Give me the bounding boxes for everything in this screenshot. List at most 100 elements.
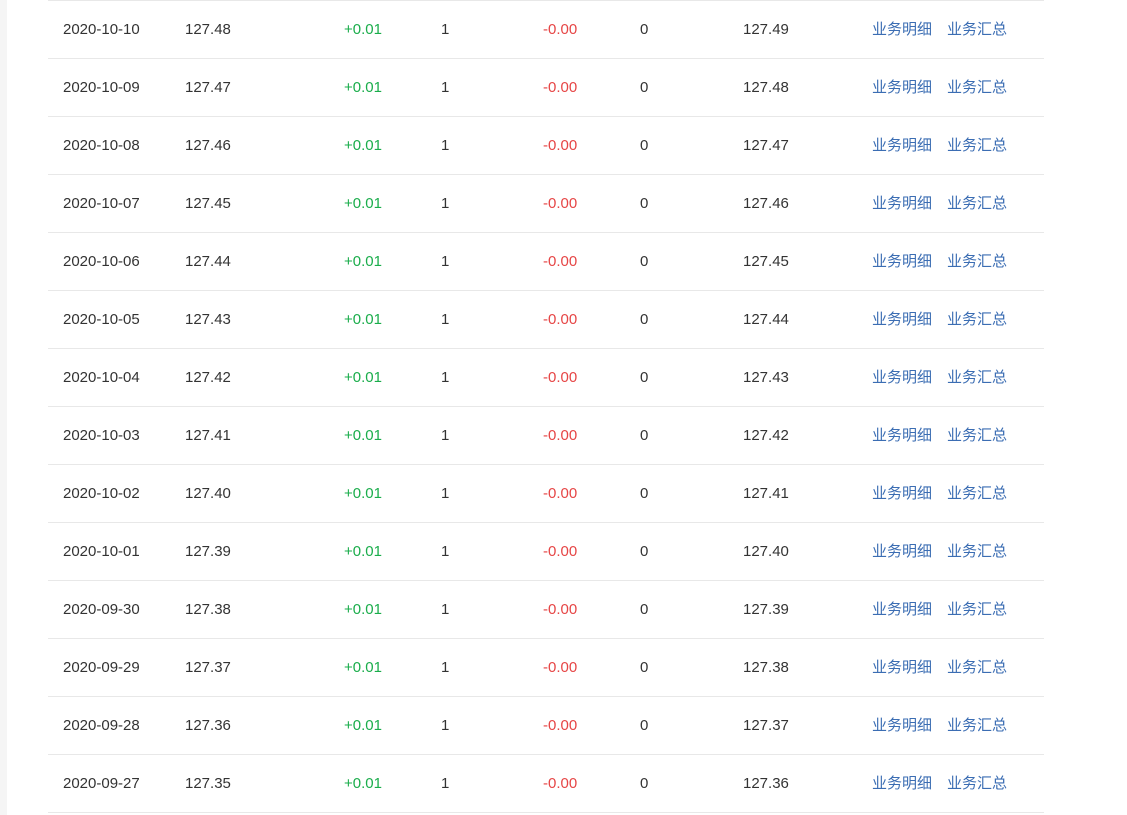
increase-cell: +0.01 (344, 369, 382, 386)
table-row: 2020-10-01 127.39 +0.01 1 -0.00 0 127.40… (48, 523, 1044, 581)
business-summary-link[interactable]: 业务汇总 (947, 117, 1007, 174)
business-detail-link[interactable]: 业务明细 (872, 407, 932, 464)
value-cell: 127.35 (185, 775, 231, 792)
business-detail-link[interactable]: 业务明细 (872, 175, 932, 232)
decrease-cell: -0.00 (543, 137, 578, 154)
result-value-cell: 127.43 (743, 369, 789, 386)
increase-cell: +0.01 (344, 485, 382, 502)
decrease-count-cell: 0 (640, 79, 649, 96)
value-cell: 127.36 (185, 717, 231, 734)
value-cell: 127.44 (185, 253, 231, 270)
result-value-cell: 127.46 (743, 195, 789, 212)
increase-count-cell: 1 (441, 311, 450, 328)
business-summary-link[interactable]: 业务汇总 (947, 175, 1007, 232)
decrease-count-cell: 0 (640, 311, 649, 328)
decrease-cell: -0.00 (543, 601, 578, 618)
table-row: 2020-10-08 127.46 +0.01 1 -0.00 0 127.47… (48, 117, 1044, 175)
increase-cell: +0.01 (344, 543, 382, 560)
table-row: 2020-10-06 127.44 +0.01 1 -0.00 0 127.45… (48, 233, 1044, 291)
table-row: 2020-09-30 127.38 +0.01 1 -0.00 0 127.39… (48, 581, 1044, 639)
decrease-cell: -0.00 (543, 195, 578, 212)
increase-cell: +0.01 (344, 79, 382, 96)
increase-count-cell: 1 (441, 79, 450, 96)
increase-count-cell: 1 (441, 775, 450, 792)
decrease-cell: -0.00 (543, 79, 578, 96)
table-row: 2020-10-07 127.45 +0.01 1 -0.00 0 127.46… (48, 175, 1044, 233)
business-summary-link[interactable]: 业务汇总 (947, 465, 1007, 522)
table-row: 2020-10-03 127.41 +0.01 1 -0.00 0 127.42… (48, 407, 1044, 465)
decrease-cell: -0.00 (543, 311, 578, 328)
business-detail-link[interactable]: 业务明细 (872, 233, 932, 290)
date-cell: 2020-10-04 (63, 369, 140, 386)
value-cell: 127.40 (185, 485, 231, 502)
value-cell: 127.42 (185, 369, 231, 386)
business-detail-link[interactable]: 业务明细 (872, 755, 932, 812)
business-detail-link[interactable]: 业务明细 (872, 117, 932, 174)
business-detail-link[interactable]: 业务明细 (872, 523, 932, 580)
business-summary-link[interactable]: 业务汇总 (947, 233, 1007, 290)
date-cell: 2020-10-07 (63, 195, 140, 212)
table-row: 2020-09-27 127.35 +0.01 1 -0.00 0 127.36… (48, 755, 1044, 813)
business-detail-link[interactable]: 业务明细 (872, 465, 932, 522)
decrease-count-cell: 0 (640, 427, 649, 444)
date-cell: 2020-10-06 (63, 253, 140, 270)
increase-cell: +0.01 (344, 659, 382, 676)
result-value-cell: 127.40 (743, 543, 789, 560)
business-detail-link[interactable]: 业务明细 (872, 581, 932, 638)
increase-count-cell: 1 (441, 659, 450, 676)
increase-count-cell: 1 (441, 21, 450, 38)
result-value-cell: 127.38 (743, 659, 789, 676)
date-cell: 2020-10-09 (63, 79, 140, 96)
decrease-cell: -0.00 (543, 427, 578, 444)
increase-cell: +0.01 (344, 21, 382, 38)
business-detail-link[interactable]: 业务明细 (872, 349, 932, 406)
records-table: 2020-10-10 127.48 +0.01 1 -0.00 0 127.49… (48, 0, 1044, 813)
business-detail-link[interactable]: 业务明细 (872, 59, 932, 116)
increase-cell: +0.01 (344, 137, 382, 154)
decrease-count-cell: 0 (640, 195, 649, 212)
business-detail-link[interactable]: 业务明细 (872, 697, 932, 754)
increase-cell: +0.01 (344, 253, 382, 270)
decrease-count-cell: 0 (640, 369, 649, 386)
value-cell: 127.46 (185, 137, 231, 154)
date-cell: 2020-10-08 (63, 137, 140, 154)
business-detail-link[interactable]: 业务明细 (872, 1, 932, 58)
result-value-cell: 127.44 (743, 311, 789, 328)
business-summary-link[interactable]: 业务汇总 (947, 349, 1007, 406)
decrease-count-cell: 0 (640, 543, 649, 560)
result-value-cell: 127.49 (743, 21, 789, 38)
result-value-cell: 127.45 (743, 253, 789, 270)
result-value-cell: 127.37 (743, 717, 789, 734)
increase-cell: +0.01 (344, 311, 382, 328)
business-summary-link[interactable]: 业务汇总 (947, 581, 1007, 638)
increase-count-cell: 1 (441, 485, 450, 502)
business-summary-link[interactable]: 业务汇总 (947, 639, 1007, 696)
business-summary-link[interactable]: 业务汇总 (947, 1, 1007, 58)
table-row: 2020-10-10 127.48 +0.01 1 -0.00 0 127.49… (48, 1, 1044, 59)
value-cell: 127.37 (185, 659, 231, 676)
decrease-cell: -0.00 (543, 543, 578, 560)
business-summary-link[interactable]: 业务汇总 (947, 523, 1007, 580)
increase-count-cell: 1 (441, 717, 450, 734)
value-cell: 127.45 (185, 195, 231, 212)
decrease-count-cell: 0 (640, 253, 649, 270)
increase-count-cell: 1 (441, 427, 450, 444)
value-cell: 127.48 (185, 21, 231, 38)
increase-count-cell: 1 (441, 253, 450, 270)
increase-count-cell: 1 (441, 601, 450, 618)
business-summary-link[interactable]: 业务汇总 (947, 407, 1007, 464)
increase-count-cell: 1 (441, 195, 450, 212)
increase-count-cell: 1 (441, 369, 450, 386)
business-detail-link[interactable]: 业务明细 (872, 639, 932, 696)
decrease-cell: -0.00 (543, 775, 578, 792)
business-summary-link[interactable]: 业务汇总 (947, 755, 1007, 812)
table-row: 2020-10-02 127.40 +0.01 1 -0.00 0 127.41… (48, 465, 1044, 523)
result-value-cell: 127.48 (743, 79, 789, 96)
business-summary-link[interactable]: 业务汇总 (947, 59, 1007, 116)
increase-cell: +0.01 (344, 775, 382, 792)
increase-cell: +0.01 (344, 427, 382, 444)
business-detail-link[interactable]: 业务明细 (872, 291, 932, 348)
business-summary-link[interactable]: 业务汇总 (947, 697, 1007, 754)
decrease-cell: -0.00 (543, 253, 578, 270)
business-summary-link[interactable]: 业务汇总 (947, 291, 1007, 348)
